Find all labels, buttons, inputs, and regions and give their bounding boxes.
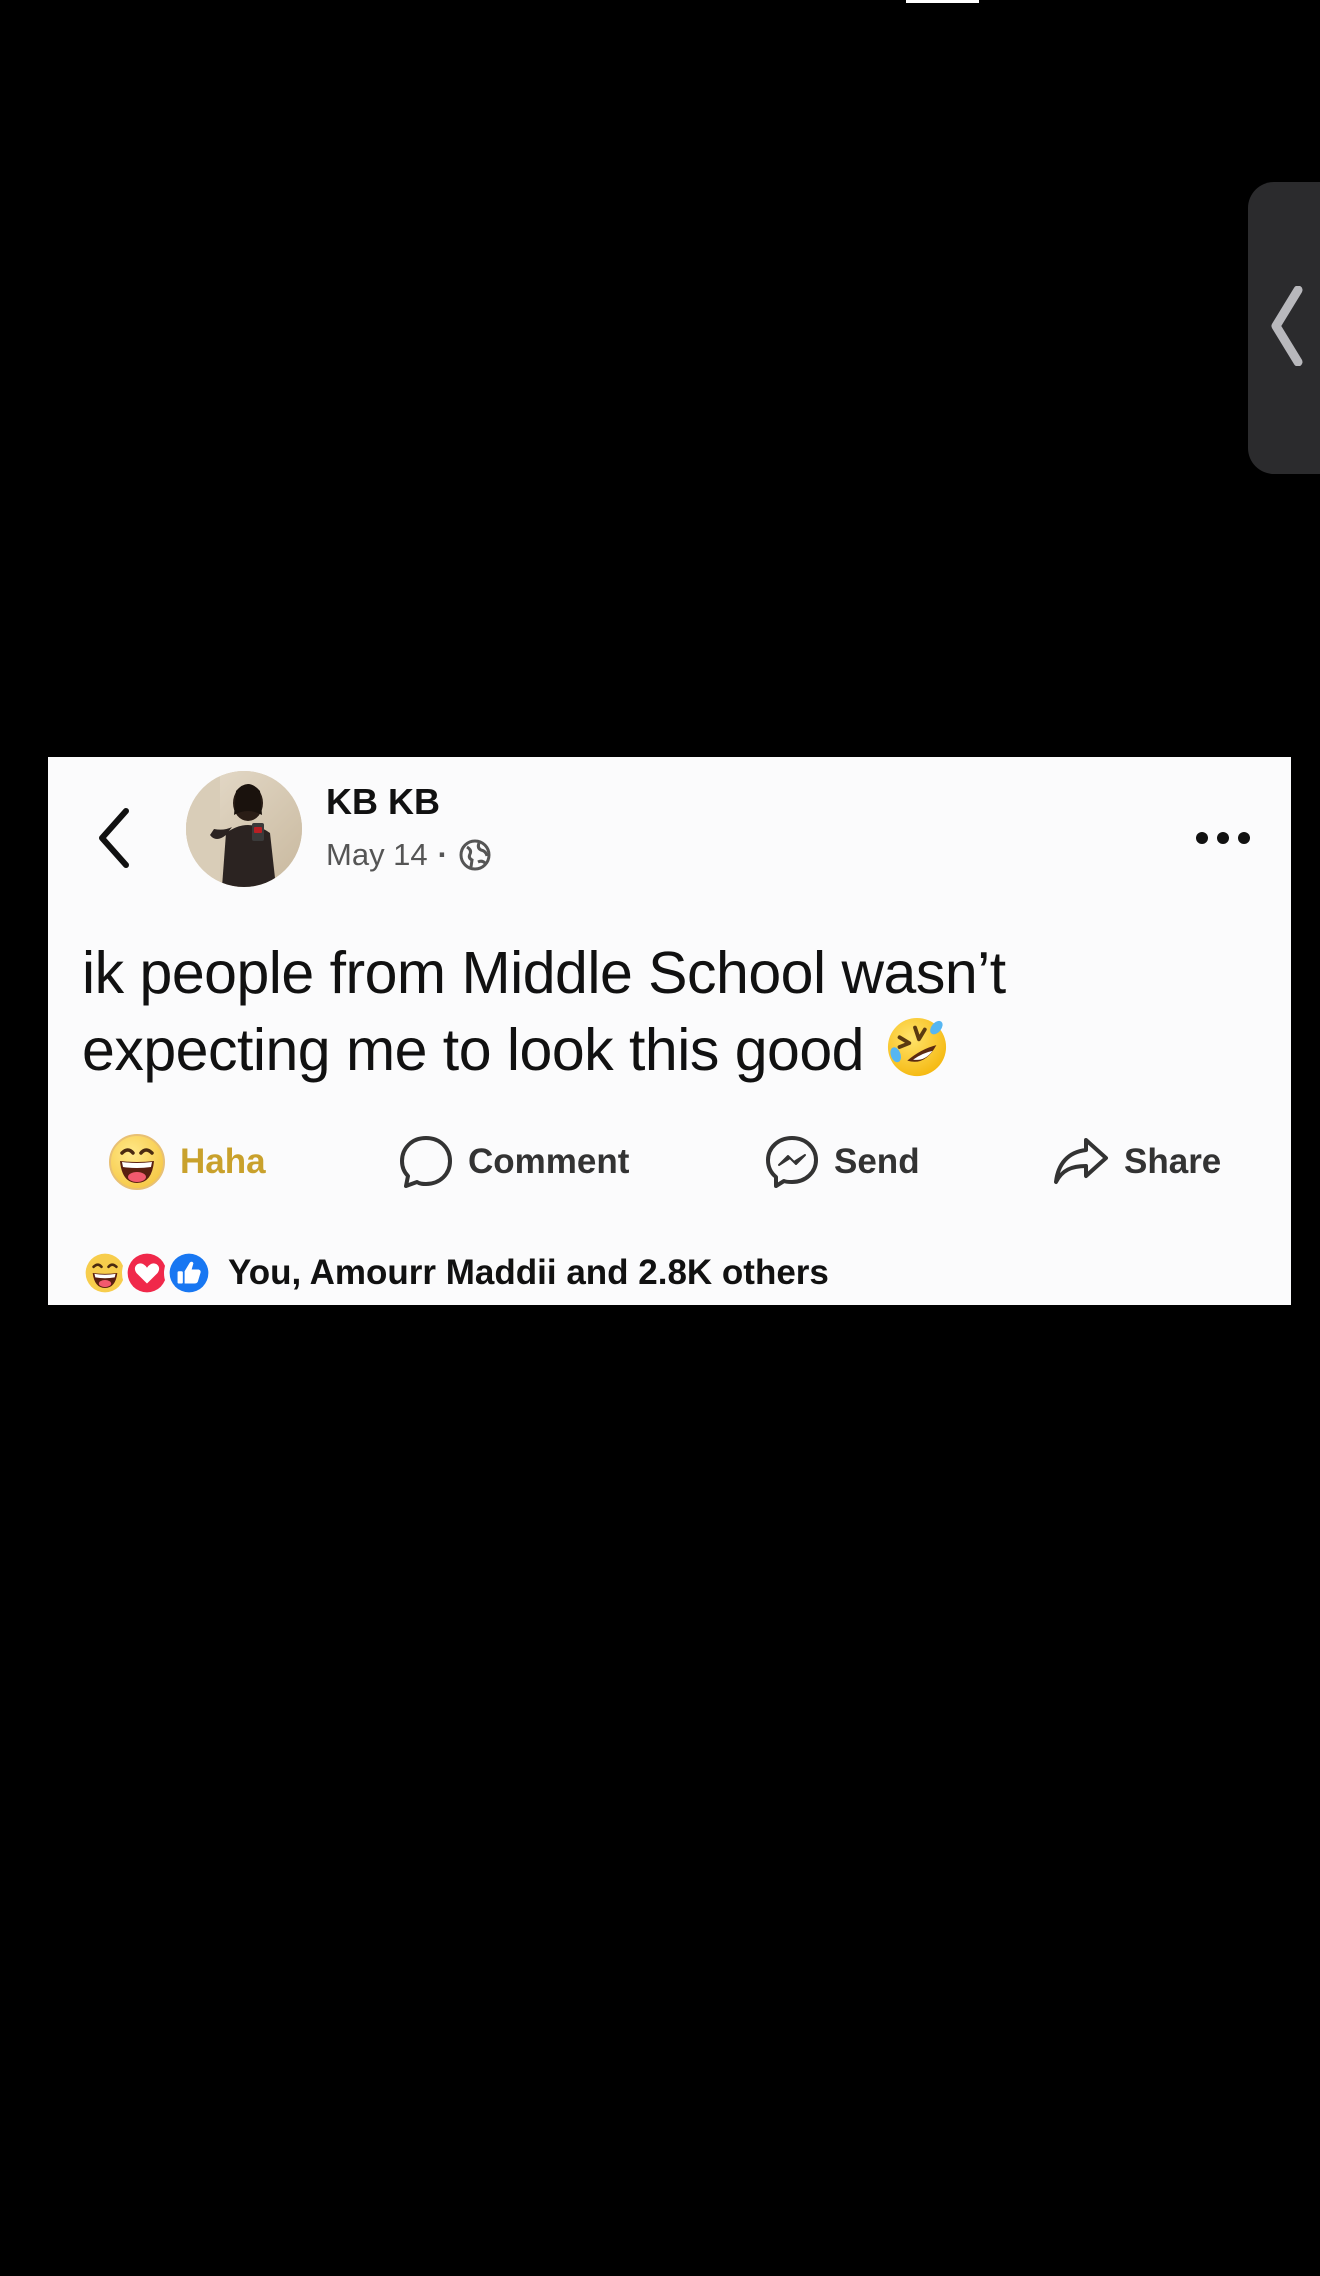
reaction-icons	[80, 1248, 214, 1298]
more-dot	[1238, 832, 1250, 844]
rolling-on-floor-laughing-emoji	[887, 1017, 946, 1077]
author-name[interactable]: KB KB	[326, 781, 440, 823]
author-avatar[interactable]	[186, 771, 302, 887]
more-options-button[interactable]	[1188, 815, 1258, 861]
globe-icon	[459, 839, 491, 871]
post-date[interactable]: May 14	[326, 837, 428, 873]
post-body: ik people from Middle School wasn’t expe…	[82, 935, 1262, 1089]
back-button[interactable]	[90, 803, 138, 873]
comment-button[interactable]: Comment	[398, 1127, 629, 1197]
edge-panel-handle[interactable]	[1248, 182, 1320, 474]
post-meta: May 14 ·	[326, 835, 492, 875]
post-card: KB KB May 14 · ik people from Middle Sch…	[48, 757, 1291, 1305]
top-indicator	[906, 0, 979, 3]
send-label: Send	[834, 1142, 920, 1181]
share-icon	[1054, 1138, 1108, 1184]
haha-emoji-icon	[109, 1134, 165, 1190]
more-dot	[1217, 832, 1229, 844]
share-label: Share	[1124, 1142, 1222, 1181]
haha-reaction-button[interactable]: Haha	[108, 1127, 266, 1197]
like-reaction-icon	[164, 1248, 214, 1298]
more-dot	[1196, 832, 1208, 844]
post-actions: Haha Comment Send Share	[48, 1127, 1291, 1197]
chevron-left-icon	[1271, 286, 1303, 366]
reactions-text: You, Amourr Maddii and 2.8K others	[228, 1253, 829, 1292]
post-text: ik people from Middle School wasn’t expe…	[82, 940, 1006, 1083]
meta-separator: ·	[437, 837, 448, 872]
haha-label: Haha	[180, 1142, 266, 1181]
reactions-summary[interactable]: You, Amourr Maddii and 2.8K others	[80, 1245, 829, 1301]
back-arrow-icon	[99, 808, 129, 868]
share-button[interactable]: Share	[1052, 1127, 1221, 1197]
messenger-icon	[766, 1136, 818, 1188]
send-button[interactable]: Send	[764, 1127, 920, 1197]
comment-icon	[400, 1136, 452, 1188]
comment-label: Comment	[468, 1142, 630, 1181]
